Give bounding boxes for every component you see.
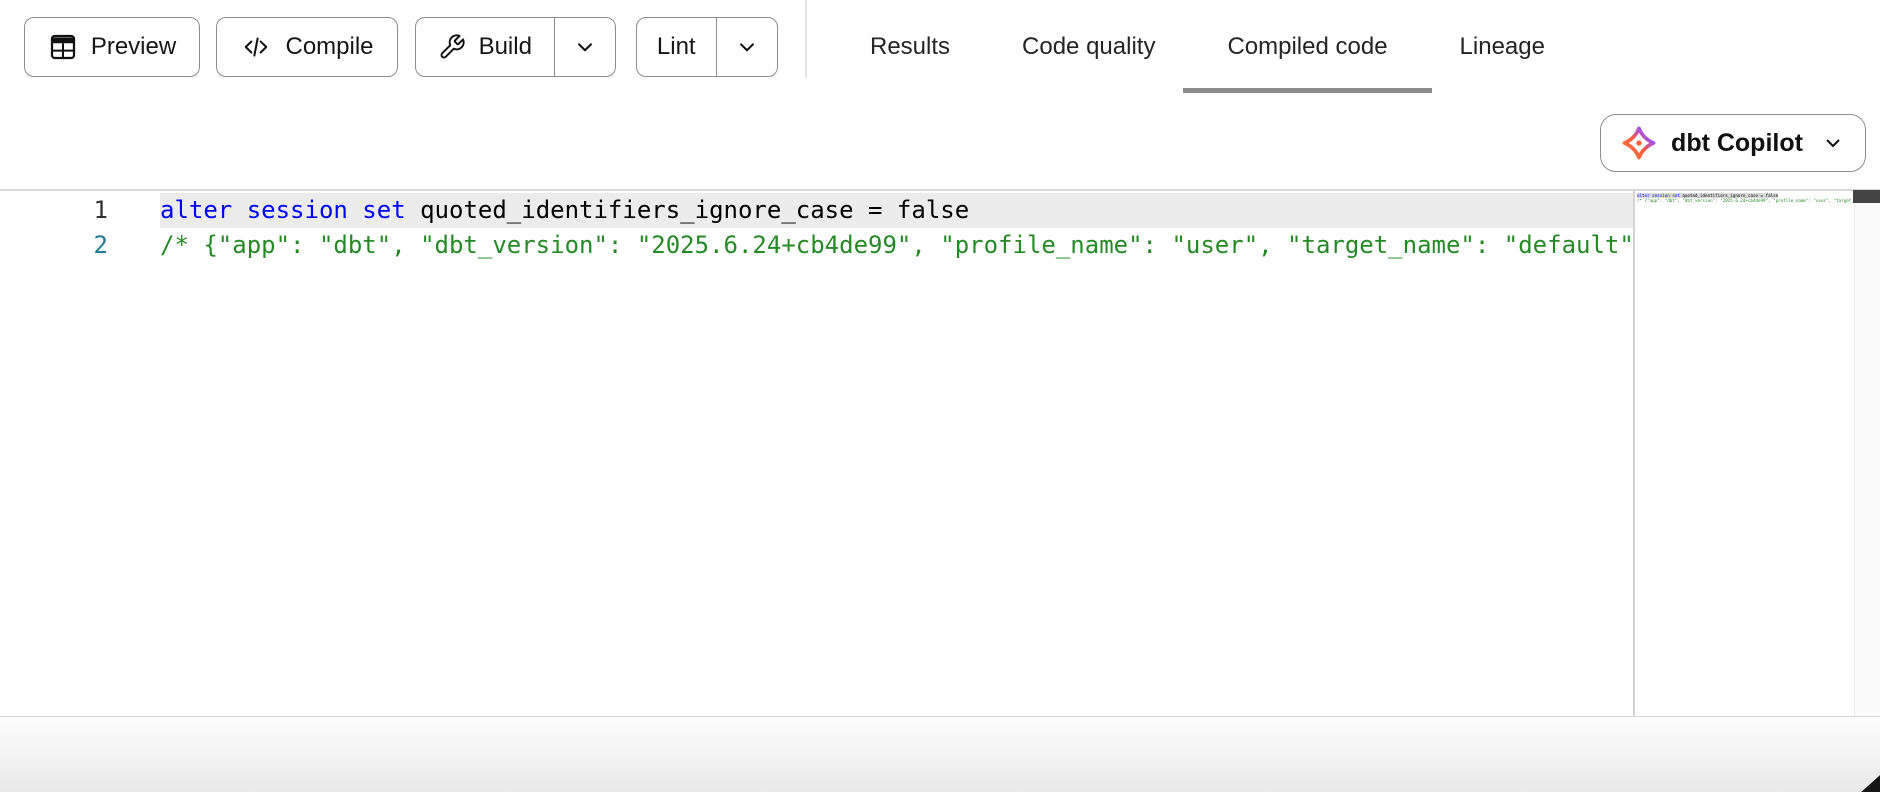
mouse-cursor (1860, 774, 1880, 792)
code-line-2[interactable]: 2 /* {"app": "dbt", "dbt_version": "2025.… (0, 228, 1633, 263)
tab-compiled-code[interactable]: Compiled code (1227, 0, 1387, 93)
dbt-copilot-label: dbt Copilot (1671, 129, 1803, 158)
lint-button[interactable]: Lint (637, 18, 716, 76)
editor-minimap[interactable]: alter session set quoted_identifiers_ign… (1637, 191, 1853, 716)
dbt-ide-compiled-code-panel: Preview Compile Build Lint (0, 0, 1880, 792)
preview-button[interactable]: Preview (24, 17, 200, 77)
status-bar: Defer to staging/production ? Ready (0, 716, 1880, 792)
build-button-label: Build (479, 33, 532, 61)
preview-button-label: Preview (91, 33, 176, 61)
editor-scrollbar-thumb[interactable] (1853, 190, 1880, 203)
tab-results[interactable]: Results (870, 0, 950, 93)
compile-button-label: Compile (285, 33, 373, 61)
line-number: 1 (0, 193, 108, 228)
lint-dropdown-button[interactable] (717, 18, 777, 76)
panel-tab-bar: Results Code quality Compiled code Lineage (870, 0, 1545, 93)
editor-scrollbar-track[interactable] (1854, 190, 1880, 716)
lint-split-button: Lint (636, 17, 778, 77)
chevron-down-icon (1821, 131, 1845, 155)
tab-code-quality[interactable]: Code quality (1022, 0, 1155, 93)
dbt-logo-icon (1621, 125, 1657, 161)
tab-lineage[interactable]: Lineage (1460, 0, 1545, 93)
code-line-1[interactable]: 1 alter session set quoted_identifiers_ig… (0, 193, 1633, 228)
compile-button[interactable]: Compile (216, 17, 398, 77)
chevron-down-icon (734, 34, 760, 60)
code-icon (240, 32, 272, 62)
line-number: 2 (0, 228, 108, 263)
minimap-line-2: /* {"app": "dbt", "dbt_version": "2025.6… (1637, 198, 1853, 203)
chevron-down-icon (572, 34, 598, 60)
build-split-button: Build (415, 17, 616, 77)
lint-button-label: Lint (657, 33, 696, 61)
table-icon (48, 32, 78, 62)
dbt-copilot-button[interactable]: dbt Copilot (1600, 114, 1866, 172)
minimap-divider (1633, 190, 1635, 716)
build-button[interactable]: Build (416, 18, 554, 76)
line-content: alter session set quoted_identifiers_ign… (160, 193, 1633, 228)
toolbar-divider (805, 0, 807, 78)
compiled-code-editor[interactable]: 1 alter session set quoted_identifiers_ig… (0, 191, 1633, 716)
wrench-icon (438, 33, 466, 61)
line-content: /* {"app": "dbt", "dbt_version": "2025.6… (160, 228, 1633, 263)
build-dropdown-button[interactable] (555, 18, 615, 76)
